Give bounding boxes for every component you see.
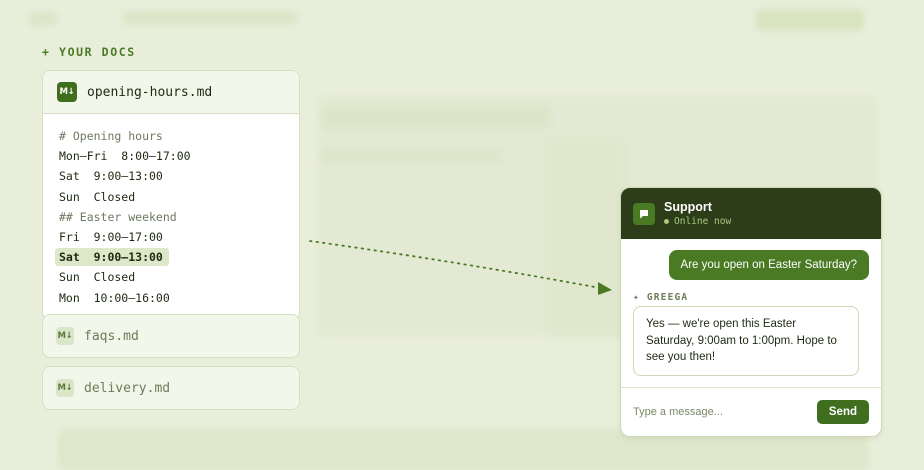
support-chat-widget[interactable]: Support Online now Are you open on Easte… (620, 187, 882, 437)
send-button[interactable]: Send (816, 400, 869, 424)
bot-message: Yes — we're open this Easter Saturday, 9… (633, 306, 859, 376)
chat-title: Support (664, 200, 712, 214)
chat-header: Support Online now (621, 188, 881, 239)
chat-status-text: Online now (674, 216, 732, 227)
bot-label: ✦ GREEGA (633, 292, 689, 303)
user-message: Are you open on Easter Saturday? (668, 250, 869, 280)
chat-input-bar[interactable]: Type a message... Send (621, 387, 881, 436)
message-input[interactable]: Type a message... (633, 406, 817, 418)
chat-bubble-icon (633, 202, 655, 225)
chat-status: Online now (664, 216, 731, 227)
online-dot-icon (664, 219, 669, 224)
